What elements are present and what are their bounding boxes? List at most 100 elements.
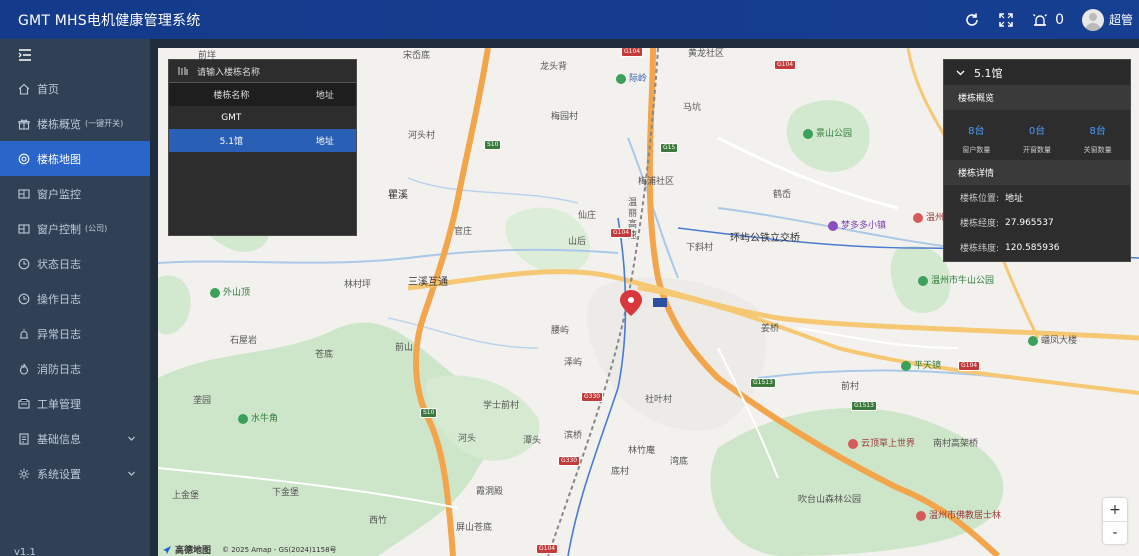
username[interactable]: 超管 [1109,11,1133,28]
table-row[interactable]: 5.1馆 地址 [169,129,356,152]
chevron-down-icon [127,433,136,442]
map-label: 霞洞殿 [476,487,504,497]
map-label: 姜桥 [761,324,780,334]
building-detail-panel: 5.1馆 楼栋概览 8台 窗户数量 0台 开窗数量 8台 关窗数量 楼栋详情 楼… [943,59,1131,262]
map-label: 前村 [841,382,860,392]
map-label: 滨桥 [564,431,583,441]
sidebar-item-label: 消防日志 [37,362,81,376]
menu-toggle-icon[interactable] [0,39,150,71]
table-row[interactable]: GMT [169,106,356,129]
sidebar-item[interactable]: 窗户监控 [0,176,150,211]
temple-icon [916,510,926,521]
clock-icon [18,293,30,305]
map-label: 温州 [913,210,944,223]
sidebar-item[interactable]: 楼栋概览 (一键开关) [0,106,150,141]
detail-title: 5.1馆 [974,66,1003,80]
building-search-input[interactable]: 请输入楼栋名称 [197,65,260,78]
map-label: 潭头 [523,436,542,446]
map-label: 马坑 [683,103,702,113]
map-label: 环屿公铁立交桥 [730,233,800,244]
road-shield: G104 [774,60,797,70]
map-label: 三溪互通 [408,277,448,288]
sidebar-item[interactable]: 系统设置 [0,456,150,491]
refresh-icon[interactable] [961,9,983,31]
road-shield: S10 [420,408,438,418]
map-label: 梅浦社区 [638,177,675,187]
version-label: v1.1 [14,547,36,556]
zoom-in-button[interactable]: + [1103,498,1127,521]
detail-header[interactable]: 5.1馆 [944,60,1130,85]
chevron-down-icon[interactable] [956,68,965,77]
sidebar-item-label: 状态日志 [37,257,81,271]
building-search[interactable]: 请输入楼栋名称 [169,60,356,83]
alarm-bell-icon[interactable] [1029,9,1051,31]
chevron-down-icon [127,468,136,477]
map-label: 河头 [458,434,477,444]
map-label: 梦多多小镇 [828,218,886,231]
road-shield: G1513 [750,378,776,388]
map-label: 温州市佛教居士林 [916,508,1001,521]
mountain-icon [238,413,248,424]
station-icon [616,73,626,84]
map-label: 学士前村 [483,401,520,411]
alarm-icon [18,328,30,340]
sidebar-item-label: 基础信息 [37,432,81,446]
sidebar-item[interactable]: 楼栋地图 [0,141,150,176]
map-label: 上金堡 [172,491,200,501]
fullscreen-icon[interactable] [995,9,1017,31]
zoom-out-button[interactable]: - [1103,521,1127,544]
map-label: 龙头背 [540,62,568,72]
sidebar-item-label: 窗户监控 [37,187,81,201]
map-label: 云顶草上世界 [848,436,915,449]
map-label: 官庄 [454,227,473,237]
amap-arrow-icon [163,545,171,554]
map-label: 山后 [568,237,587,247]
map-label: 瞿溪 [388,190,408,201]
stat-closed-count: 8台 关窗数量 [1083,126,1112,154]
map-label: 平天镜 [901,358,941,371]
avatar[interactable] [1081,8,1104,31]
map-label: 外山顶 [210,285,250,298]
window-icon [18,223,30,235]
map-label: 底村 [611,467,630,477]
sidebar-item-sublabel: (一键开关) [85,119,124,128]
building-table: 楼栋名称 地址 GMT 5.1馆 地址 [169,83,356,152]
map-label: 宋岙底 [403,51,431,61]
map-label: 黄龙社区 [688,49,725,59]
sidebar-item[interactable]: 异常日志 [0,316,150,351]
map-label: 苍底 [315,350,334,360]
road-shield: G15 [660,143,679,153]
sidebar-item[interactable]: 窗户控制 (公司) [0,211,150,246]
sidebar-item[interactable]: 首页 [0,71,150,106]
sidebar-item-label: 异常日志 [37,327,81,341]
road-shield: G330 [581,392,604,402]
building-address[interactable] [294,106,356,129]
app-header: GMT MHS电机健康管理系统 0 超管 [0,0,1139,39]
building-name[interactable]: 5.1馆 [169,129,294,152]
stats-row: 8台 窗户数量 0台 开窗数量 8台 关窗数量 [944,110,1130,160]
sidebar-item-label: 操作日志 [37,292,81,306]
attraction-icon [848,438,858,449]
map-label: 仙庄 [578,211,597,221]
map-label: 林竹庵 [628,446,656,456]
sidebar-item[interactable]: 工单管理 [0,386,150,421]
map-label: 屏山苍底 [456,523,493,533]
map-copyright: © 2025 Amap - GS(2024)1158号 [222,546,337,554]
building-name[interactable]: GMT [169,106,294,129]
map-label: 下金堡 [272,488,300,498]
map-label: 西竹 [369,516,388,526]
map-label: 河头村 [408,131,436,141]
window-icon [18,188,30,200]
sidebar-item[interactable]: 消防日志 [0,351,150,386]
sidebar-item[interactable]: 基础信息 [0,421,150,456]
park-icon [901,360,911,371]
home-icon [18,83,30,95]
sidebar-item-label: 楼栋地图 [37,152,81,166]
detail-latitude: 楼栋纬度: 120.585936 [960,242,1060,255]
road-shield: G104 [958,361,981,371]
map-label: 前山 [395,343,414,353]
building-address[interactable]: 地址 [293,129,356,152]
sidebar-item[interactable]: 状态日志 [0,246,150,281]
sidebar-item[interactable]: 操作日志 [0,281,150,316]
map-label: 梅园村 [551,112,579,122]
